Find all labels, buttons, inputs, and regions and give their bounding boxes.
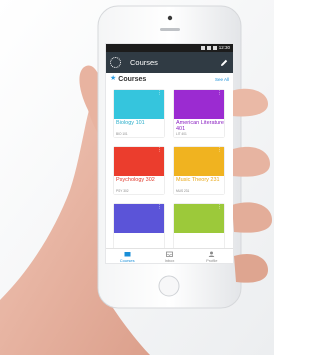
inbox-icon [166,251,173,257]
app-bar: Courses [106,52,233,73]
nav-label: Profile [206,257,218,263]
course-card[interactable]: ⋮ Biology 101 BIO 101 [114,90,164,137]
course-card[interactable]: ⋮ [174,204,224,251]
course-card[interactable]: ⋮ Psychology 302 PSY 302 [114,147,164,194]
course-code: LIT 401 [176,132,187,136]
course-card[interactable]: ⋮ [114,204,164,251]
see-all-link[interactable]: See All [215,77,229,82]
card-menu-icon[interactable]: ⋮ [157,91,162,96]
nav-label: Inbox [164,257,175,263]
nav-item-profile[interactable]: Profile [191,249,233,263]
courses-icon [124,251,131,256]
status-bar: 12:30 [106,44,233,52]
dotted-circle-logo-icon[interactable] [110,57,121,68]
courses-subheader: ★ Courses See All [106,73,233,85]
course-name: Music Theory 231 [176,177,220,183]
course-code: BIO 101 [116,132,128,136]
front-camera [167,15,173,21]
wifi-icon [200,46,205,50]
status-time: 12:30 [218,45,230,50]
section-title: Courses [118,75,147,83]
star-icon: ★ [110,75,117,82]
nav-item-inbox[interactable]: Inbox [148,249,190,263]
battery-icon [212,46,217,50]
course-grid: ⋮ Biology 101 BIO 101 ⋮ American Literature … [106,90,233,251]
pencil-icon[interactable] [219,58,229,68]
card-menu-icon[interactable]: ⋮ [217,205,222,210]
signal-icon [206,46,211,50]
course-name: Biology 101 [116,120,145,126]
course-code: MUS 231 [176,189,190,193]
app-title: Courses [130,58,158,67]
card-menu-icon[interactable]: ⋮ [217,148,222,153]
course-card[interactable]: ⋮ American Literature 401 LIT 401 [174,90,224,137]
home-button [158,275,180,297]
earpiece [160,28,180,31]
profile-icon [209,251,215,257]
card-menu-icon[interactable]: ⋮ [157,148,162,153]
card-menu-icon[interactable]: ⋮ [217,91,222,96]
nav-item-courses[interactable]: Courses [106,249,148,263]
course-name: Psychology 302 [116,177,155,183]
course-code: PSY 302 [116,189,129,193]
bottom-nav: Courses Inbox Profile [106,248,233,263]
phone-screen: 12:30 Courses ★ Courses See All ⋮ Biology… [106,44,233,263]
card-menu-icon[interactable]: ⋮ [157,205,162,210]
course-name: American Literature 401 [176,120,224,132]
nav-label: Courses [119,257,135,263]
course-card[interactable]: ⋮ Music Theory 231 MUS 231 [174,147,224,194]
